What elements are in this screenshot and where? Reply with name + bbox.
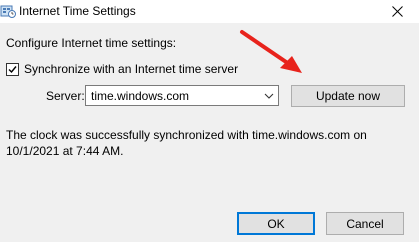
- close-button[interactable]: [375, 0, 419, 23]
- status-message: The clock was successfully synchronized …: [6, 128, 367, 158]
- annotation-arrow-icon: [240, 30, 302, 73]
- update-now-button[interactable]: Update now: [291, 85, 405, 107]
- sync-checkbox-label: Synchronize with an Internet time server: [24, 62, 239, 76]
- server-label: Server:: [46, 89, 85, 103]
- dialog-body: Configure Internet time settings: Synchr…: [0, 23, 419, 242]
- configure-label: Configure Internet time settings:: [6, 36, 177, 50]
- chevron-down-icon[interactable]: [264, 91, 274, 101]
- sync-checkbox[interactable]: Synchronize with an Internet time server: [6, 61, 238, 77]
- cancel-button[interactable]: Cancel: [326, 212, 404, 235]
- server-combobox[interactable]: time.windows.com: [85, 85, 279, 106]
- title-bar: Internet Time Settings: [0, 0, 419, 23]
- close-icon: [391, 6, 403, 17]
- window-title: Internet Time Settings: [19, 4, 136, 18]
- clock-settings-icon: [0, 3, 16, 19]
- server-value: time.windows.com: [91, 89, 190, 103]
- ok-button[interactable]: OK: [237, 212, 315, 235]
- checkbox-box[interactable]: [6, 62, 19, 76]
- checkmark-icon: [8, 65, 17, 73]
